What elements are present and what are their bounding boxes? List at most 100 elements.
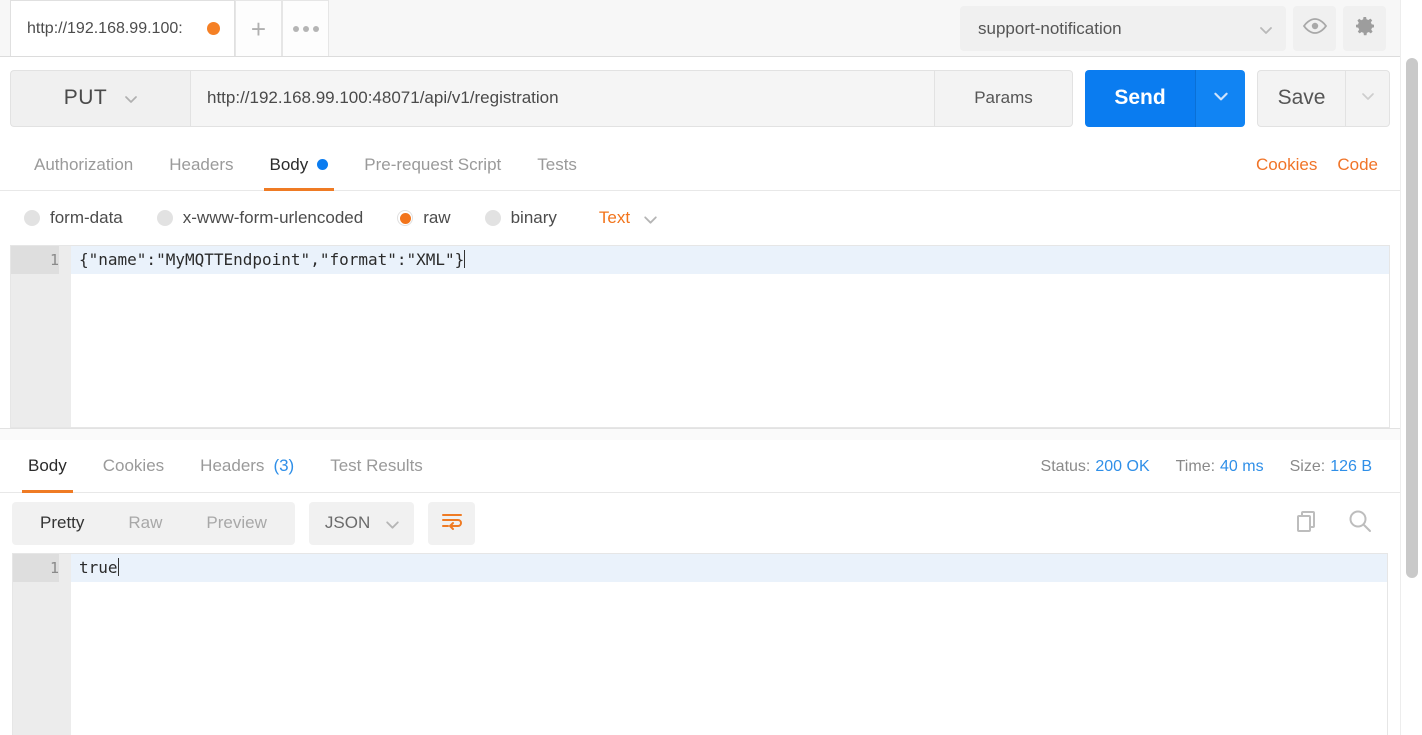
body-type-binary-label: binary xyxy=(511,208,557,228)
response-toolbar-actions xyxy=(1294,493,1374,553)
request-editor-line-1[interactable]: {"name":"MyMQTTEndpoint","format":"XML"} xyxy=(71,246,1389,274)
tab-options-button[interactable] xyxy=(282,0,329,56)
response-tab-cookies[interactable]: Cookies xyxy=(85,440,182,492)
environment-name: support-notification xyxy=(978,19,1258,39)
pane-splitter[interactable] xyxy=(0,428,1400,440)
response-format-selector[interactable]: JSON xyxy=(309,502,414,545)
tab-body[interactable]: Body xyxy=(252,139,347,190)
view-mode-raw-label: Raw xyxy=(128,513,162,533)
text-caret xyxy=(464,250,465,268)
http-method-selector[interactable]: PUT xyxy=(10,70,190,127)
body-present-dot-icon xyxy=(317,159,328,170)
environment-selector[interactable]: support-notification xyxy=(960,6,1286,51)
cookies-link[interactable]: Cookies xyxy=(1256,155,1317,175)
environment-quick-look-button[interactable] xyxy=(1293,6,1336,51)
request-body-text: {"name":"MyMQTTEndpoint","format":"XML"} xyxy=(79,250,464,269)
response-tab-cookies-label: Cookies xyxy=(103,456,164,476)
body-format-selector[interactable]: Text xyxy=(599,208,656,228)
chevron-down-icon xyxy=(1212,87,1230,110)
save-button-group: Save xyxy=(1257,70,1390,127)
response-tab-test-results[interactable]: Test Results xyxy=(312,440,441,492)
search-icon xyxy=(1346,522,1374,539)
word-wrap-button[interactable] xyxy=(428,502,475,545)
response-tab-headers-label: Headers xyxy=(200,456,264,476)
code-link[interactable]: Code xyxy=(1337,155,1378,175)
settings-button[interactable] xyxy=(1343,6,1386,51)
response-toolbar: Pretty Raw Preview JSON xyxy=(0,493,1400,553)
http-method-label: PUT xyxy=(64,86,108,110)
response-tab-body[interactable]: Body xyxy=(10,440,85,492)
copy-button[interactable] xyxy=(1294,508,1320,539)
view-mode-pretty[interactable]: Pretty xyxy=(18,502,106,545)
ellipsis-icon xyxy=(293,26,319,32)
request-url-row: PUT http://192.168.99.100:48071/api/v1/r… xyxy=(0,57,1400,139)
params-button[interactable]: Params xyxy=(935,70,1073,127)
response-editor-code-area[interactable]: true xyxy=(71,554,1387,735)
body-type-form-data[interactable]: form-data xyxy=(24,208,123,228)
chevron-down-icon xyxy=(384,516,398,530)
radio-icon xyxy=(485,210,501,226)
save-options-button[interactable] xyxy=(1345,70,1390,127)
radio-icon xyxy=(157,210,173,226)
copy-icon xyxy=(1294,521,1320,538)
tab-headers-label: Headers xyxy=(169,155,233,175)
body-type-urlencoded-label: x-www-form-urlencoded xyxy=(183,208,363,228)
request-section-tabs: Authorization Headers Body Pre-request S… xyxy=(0,139,1400,191)
request-tab[interactable]: http://192.168.99.100: xyxy=(10,0,235,56)
plus-icon: + xyxy=(251,16,266,42)
size-label: Size: xyxy=(1290,458,1326,475)
save-label: Save xyxy=(1278,86,1326,110)
body-type-binary[interactable]: binary xyxy=(485,208,557,228)
send-label: Send xyxy=(1114,86,1165,110)
main-scrollbar-track[interactable] xyxy=(1400,0,1422,735)
environment-area: support-notification xyxy=(960,0,1386,57)
view-mode-preview[interactable]: Preview xyxy=(184,502,288,545)
status-badge: Status:200 OK xyxy=(1041,458,1150,476)
view-mode-raw[interactable]: Raw xyxy=(106,502,184,545)
status-value: 200 OK xyxy=(1095,458,1149,475)
main-column: http://192.168.99.100: + support-notific… xyxy=(0,0,1400,735)
tab-authorization-label: Authorization xyxy=(34,155,133,175)
view-mode-preview-label: Preview xyxy=(206,513,266,533)
response-body-text: true xyxy=(79,558,118,577)
response-headers-count: (3) xyxy=(273,456,294,476)
time-label: Time: xyxy=(1176,458,1215,475)
tab-pre-request-script[interactable]: Pre-request Script xyxy=(346,139,519,190)
eye-icon xyxy=(1303,17,1327,40)
body-format-label: Text xyxy=(599,208,630,228)
send-button-group: Send xyxy=(1085,70,1245,127)
request-body-editor[interactable]: 1 {"name":"MyMQTTEndpoint","format":"XML… xyxy=(10,245,1390,428)
size-badge: Size:126 B xyxy=(1290,458,1372,476)
send-options-button[interactable] xyxy=(1195,70,1245,127)
main-scrollbar-thumb[interactable] xyxy=(1406,58,1418,578)
response-body-editor[interactable]: 1 true xyxy=(12,553,1388,735)
tab-pre-request-script-label: Pre-request Script xyxy=(364,155,501,175)
tab-tests[interactable]: Tests xyxy=(519,139,595,190)
tab-authorization[interactable]: Authorization xyxy=(16,139,151,190)
send-button[interactable]: Send xyxy=(1085,70,1195,127)
status-label: Status: xyxy=(1041,458,1091,475)
body-type-raw[interactable]: raw xyxy=(397,208,450,228)
gear-icon xyxy=(1353,14,1377,43)
tab-body-label: Body xyxy=(270,155,309,175)
response-editor-line-1[interactable]: true xyxy=(71,554,1387,582)
request-editor-code-area[interactable]: {"name":"MyMQTTEndpoint","format":"XML"} xyxy=(71,246,1389,427)
response-tab-headers[interactable]: Headers (3) xyxy=(182,440,312,492)
chevron-down-icon xyxy=(123,91,137,105)
radio-checked-icon xyxy=(397,210,413,226)
time-value: 40 ms xyxy=(1220,458,1264,475)
body-type-urlencoded[interactable]: x-www-form-urlencoded xyxy=(157,208,363,228)
body-type-raw-label: raw xyxy=(423,208,450,228)
text-caret xyxy=(118,558,119,576)
request-url-input[interactable]: http://192.168.99.100:48071/api/v1/regis… xyxy=(190,70,935,127)
postman-window: http://192.168.99.100: + support-notific… xyxy=(0,0,1422,735)
save-button[interactable]: Save xyxy=(1257,70,1345,127)
search-button[interactable] xyxy=(1346,507,1374,540)
new-tab-button[interactable]: + xyxy=(235,0,282,56)
request-tab-strip: http://192.168.99.100: + support-notific… xyxy=(0,0,1400,57)
tab-headers[interactable]: Headers xyxy=(151,139,251,190)
response-section-tabs: Body Cookies Headers (3) Test Results St… xyxy=(0,440,1400,493)
response-view-mode-group: Pretty Raw Preview xyxy=(12,502,295,545)
word-wrap-icon xyxy=(440,511,464,536)
body-type-form-data-label: form-data xyxy=(50,208,123,228)
